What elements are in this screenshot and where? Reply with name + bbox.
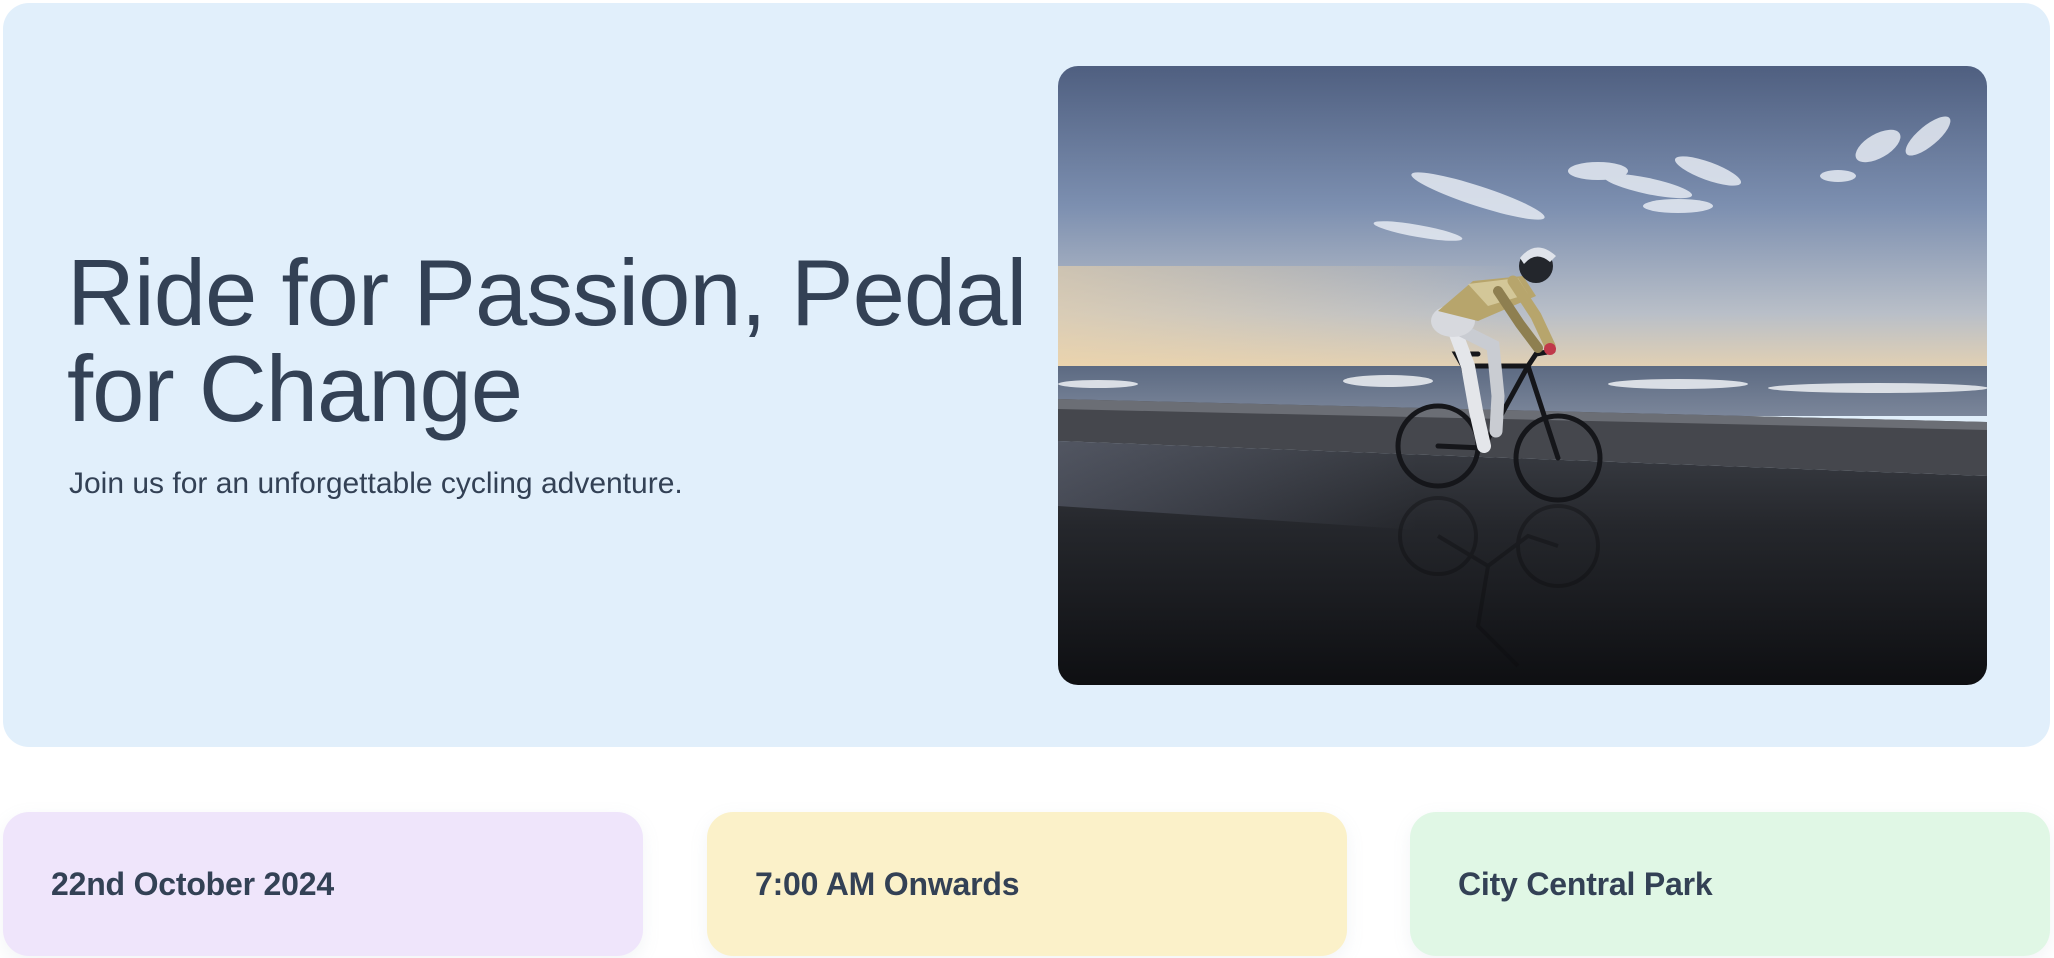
event-time-card: 7:00 AM Onwards xyxy=(707,812,1347,956)
event-time: 7:00 AM Onwards xyxy=(755,865,1020,902)
event-location: City Central Park xyxy=(1458,865,1713,902)
hero-text-block: Ride for Passion, Pedal for Change Join … xyxy=(67,245,1027,501)
event-date-card: 22nd October 2024 xyxy=(3,812,643,956)
hero-section: Ride for Passion, Pedal for Change Join … xyxy=(3,3,2050,747)
event-date: 22nd October 2024 xyxy=(51,865,334,902)
hero-title: Ride for Passion, Pedal for Change xyxy=(67,240,1027,441)
hero-cyclist-image xyxy=(1058,66,1987,685)
hero-subtitle: Join us for an unforgettable cycling adv… xyxy=(69,467,683,500)
event-location-card: City Central Park xyxy=(1410,812,2050,956)
